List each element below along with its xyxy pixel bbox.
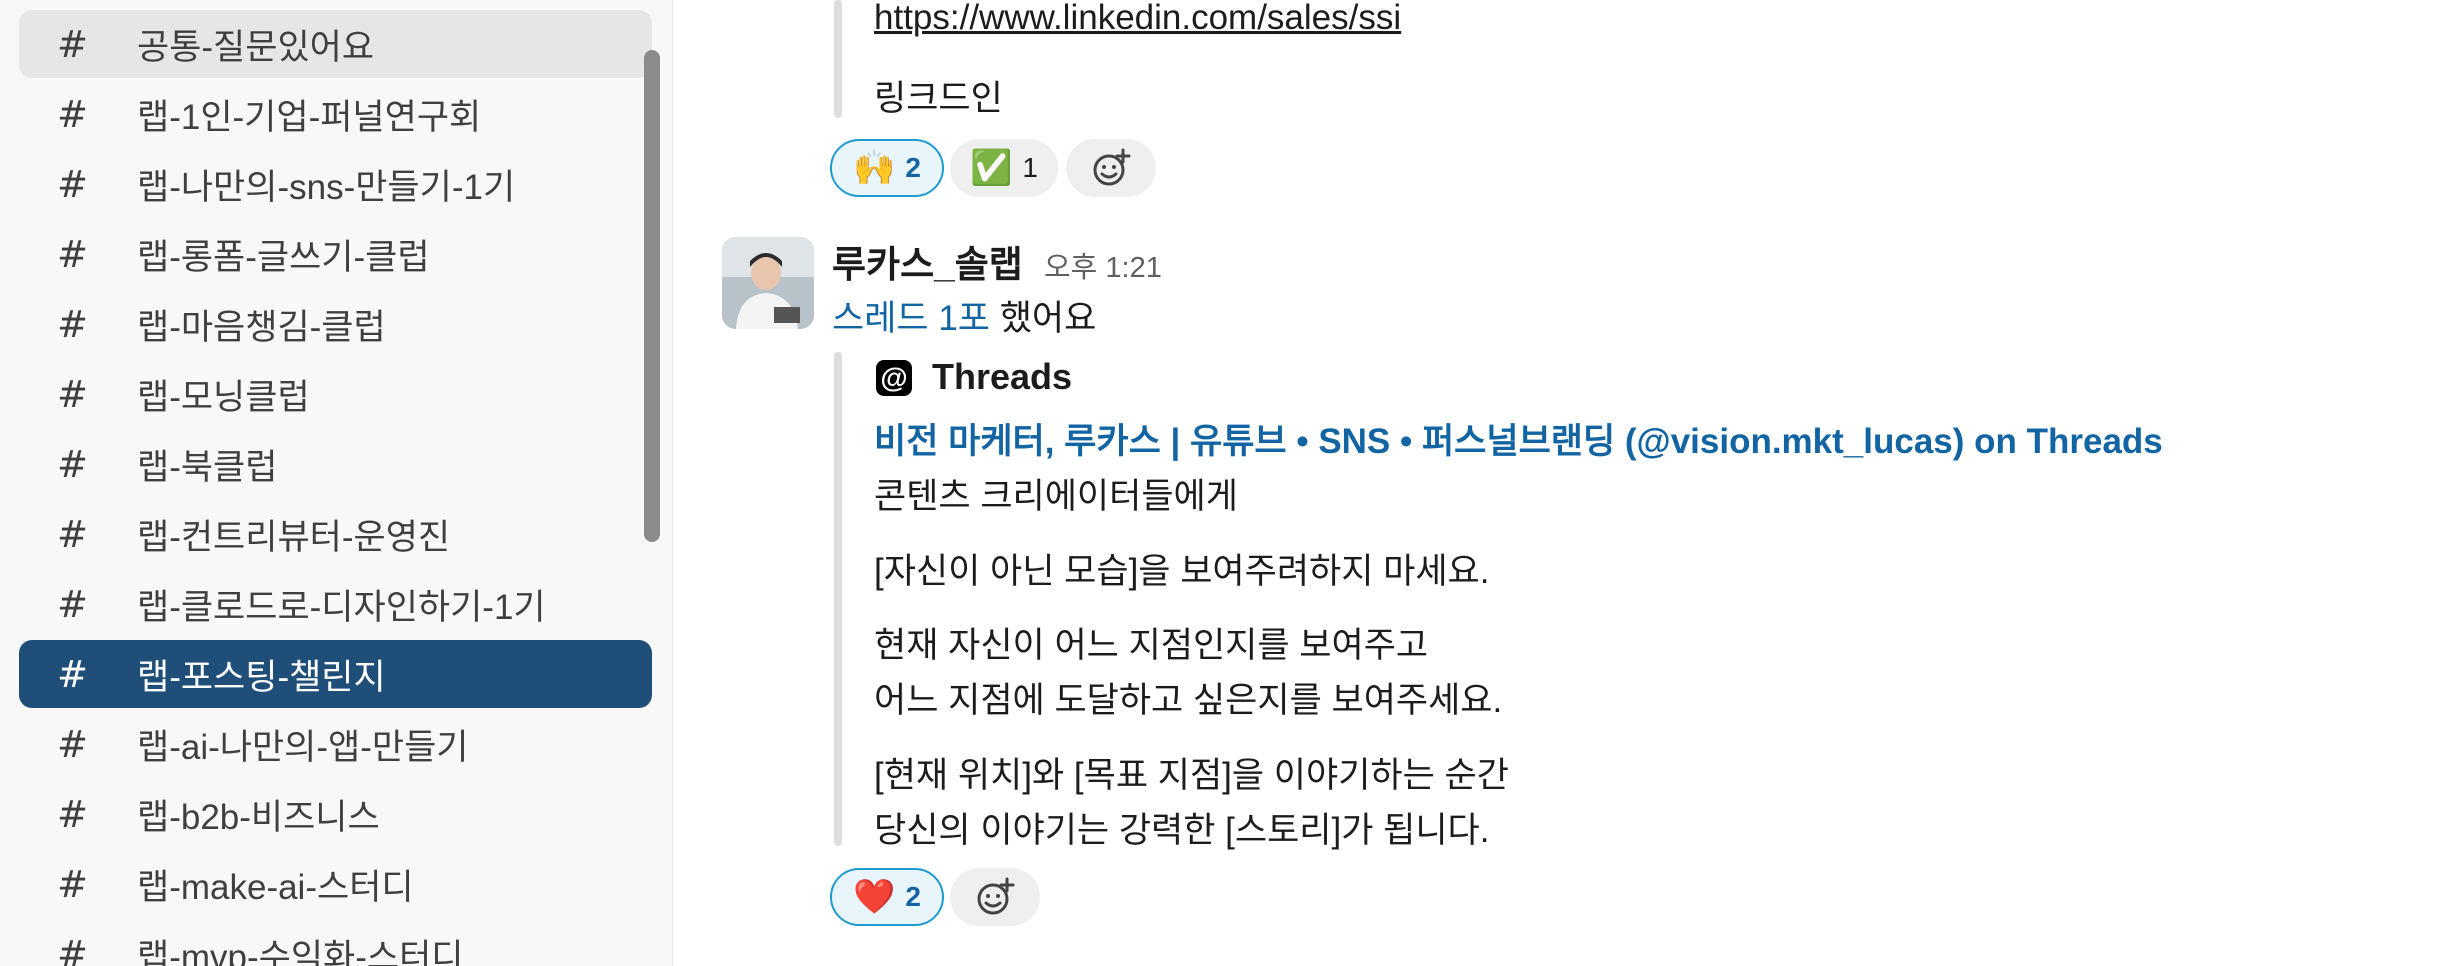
channel-hash-icon: # — [57, 442, 89, 486]
channel-hash-icon: # — [57, 582, 89, 626]
sidebar-item-make-ai-스터디[interactable]: # 랩-make-ai-스터디 — [19, 850, 652, 918]
channel-hash-icon: # — [57, 652, 89, 696]
sidebar-item-공통-질문있어요[interactable]: # 공통-질문있어요 — [19, 10, 652, 78]
channel-label: 랩-모닝클럽 — [137, 377, 310, 417]
unfurl-service-name: Threads — [932, 356, 1073, 397]
channel-label: 랩-1인-기업-퍼널연구회 — [137, 97, 482, 137]
threads-icon: @ — [876, 360, 912, 396]
channel-hash-icon: # — [57, 932, 89, 966]
sidebar-item-클로드로-디자인하기[interactable]: # 랩-클로드로-디자인하기-1기 — [19, 570, 652, 638]
unfurl-line: 어느 지점에 도달하고 싶은지를 보여주세요. — [874, 681, 1503, 720]
unfurl-title-link[interactable]: 비전 마케터, 루카스 | 유튜브 • SNS • 퍼스널브랜딩 (@visio… — [874, 413, 2163, 464]
message-timestamp[interactable]: 오후 1:21 — [1044, 244, 1162, 286]
add-reaction-button[interactable] — [950, 868, 1040, 926]
reaction-count: 1 — [1022, 152, 1038, 183]
check-mark-icon: ✅ — [970, 148, 1013, 188]
sidebar-item-북클럽[interactable]: # 랩-북클럽 — [19, 430, 652, 498]
channel-hash-icon: # — [57, 722, 89, 766]
unfurl-line: [자신이 아닌 모습]을 보여주려하지 마세요. — [874, 552, 1490, 591]
unfurl-line: 현재 자신이 어느 지점인지를 보여주고 — [874, 626, 1429, 665]
channel-label: 랩-클로드로-디자인하기-1기 — [137, 587, 546, 627]
channel-label: 랩-북클럽 — [137, 447, 278, 487]
reaction-check[interactable]: ✅ 1 — [950, 139, 1058, 197]
channel-label: 공통-질문있어요 — [137, 27, 375, 67]
channel-hash-icon: # — [57, 372, 89, 416]
channel-label: 랩-make-ai-스터디 — [137, 867, 414, 907]
thread-link[interactable]: 스레드 1포 — [832, 299, 990, 338]
message-text: 했어요 — [990, 299, 1097, 338]
add-reaction-icon — [1093, 148, 1131, 186]
unfurl-line: 당신의 이야기는 강력한 [스토리]가 됩니다. — [874, 811, 1490, 850]
channel-label: 랩-b2b-비즈니스 — [137, 797, 380, 837]
sidebar-item-마음챙김-클럽[interactable]: # 랩-마음챙김-클럽 — [19, 290, 652, 358]
message-text: 링크드인 — [874, 79, 1003, 118]
sidebar-item-모닝클럽[interactable]: # 랩-모닝클럽 — [19, 360, 652, 428]
unfurl-line: 콘텐츠 크리에이터들에게 — [874, 477, 1238, 516]
raised-hands-icon: 🙌 — [853, 148, 896, 188]
sidebar-item-ai-나만의-앱-만들기[interactable]: # 랩-ai-나만의-앱-만들기 — [19, 710, 652, 778]
sidebar-item-나만의-sns-만들기[interactable]: # 랩-나만의-sns-만들기-1기 — [19, 150, 652, 218]
channel-label: 랩-ai-나만의-앱-만들기 — [137, 727, 469, 767]
unfurl-line: [현재 위치]와 [목표 지점]을 이야기하는 순간 — [874, 756, 1509, 795]
quote-bar — [834, 0, 842, 118]
channel-label: 랩-포스팅-챌린지 — [137, 657, 386, 697]
channel-hash-icon: # — [57, 22, 89, 66]
avatar[interactable] — [722, 237, 814, 329]
channel-hash-icon: # — [57, 792, 89, 836]
channel-label: 랩-mvp-수익화-스터디 — [137, 937, 464, 966]
channel-hash-icon: # — [57, 512, 89, 556]
channel-label: 랩-마음챙김-클럽 — [137, 307, 386, 347]
channel-hash-icon: # — [57, 92, 89, 136]
sidebar-scrollbar[interactable] — [644, 50, 660, 542]
sender-name[interactable]: 루카스_솔랩 — [832, 234, 1023, 288]
sidebar-item-mvp-수익화-스터디[interactable]: # 랩-mvp-수익화-스터디 — [19, 920, 652, 966]
reaction-raised-hands[interactable]: 🙌 2 — [830, 139, 944, 197]
sidebar-item-컨트리뷰터-운영진[interactable]: # 랩-컨트리뷰터-운영진 — [19, 500, 652, 568]
channel-sidebar: # 공통-질문있어요 # 랩-1인-기업-퍼널연구회 # 랩-나만의-sns-만… — [0, 0, 673, 966]
sidebar-item-b2b-비즈니스[interactable]: # 랩-b2b-비즈니스 — [19, 780, 652, 848]
sidebar-item-1인-기업-퍼널연구회[interactable]: # 랩-1인-기업-퍼널연구회 — [19, 80, 652, 148]
message-body: 스레드 1포 했어요 — [832, 290, 1096, 341]
add-reaction-button[interactable] — [1066, 139, 1156, 197]
reaction-count: 2 — [905, 152, 921, 183]
add-reaction-icon — [977, 877, 1015, 915]
reaction-count: 2 — [905, 881, 921, 912]
linkedin-link[interactable]: https://www.linkedin.com/sales/ssi — [874, 0, 1401, 38]
channel-hash-icon: # — [57, 232, 89, 276]
sidebar-item-포스팅-챌린지[interactable]: # 랩-포스팅-챌린지 — [19, 640, 652, 708]
unfurl-quote-bar — [834, 352, 842, 846]
channel-label: 랩-나만의-sns-만들기-1기 — [137, 167, 516, 207]
channel-hash-icon: # — [57, 302, 89, 346]
channel-hash-icon: # — [57, 162, 89, 206]
reaction-heart[interactable]: ❤️ 2 — [830, 868, 944, 926]
avatar-photo — [722, 237, 814, 329]
channel-label: 랩-컨트리뷰터-운영진 — [137, 517, 451, 557]
heart-icon: ❤️ — [853, 877, 896, 917]
sidebar-item-롱폼-글쓰기-클럽[interactable]: # 랩-롱폼-글쓰기-클럽 — [19, 220, 652, 288]
channel-hash-icon: # — [57, 862, 89, 906]
channel-label: 랩-롱폼-글쓰기-클럽 — [137, 237, 430, 277]
